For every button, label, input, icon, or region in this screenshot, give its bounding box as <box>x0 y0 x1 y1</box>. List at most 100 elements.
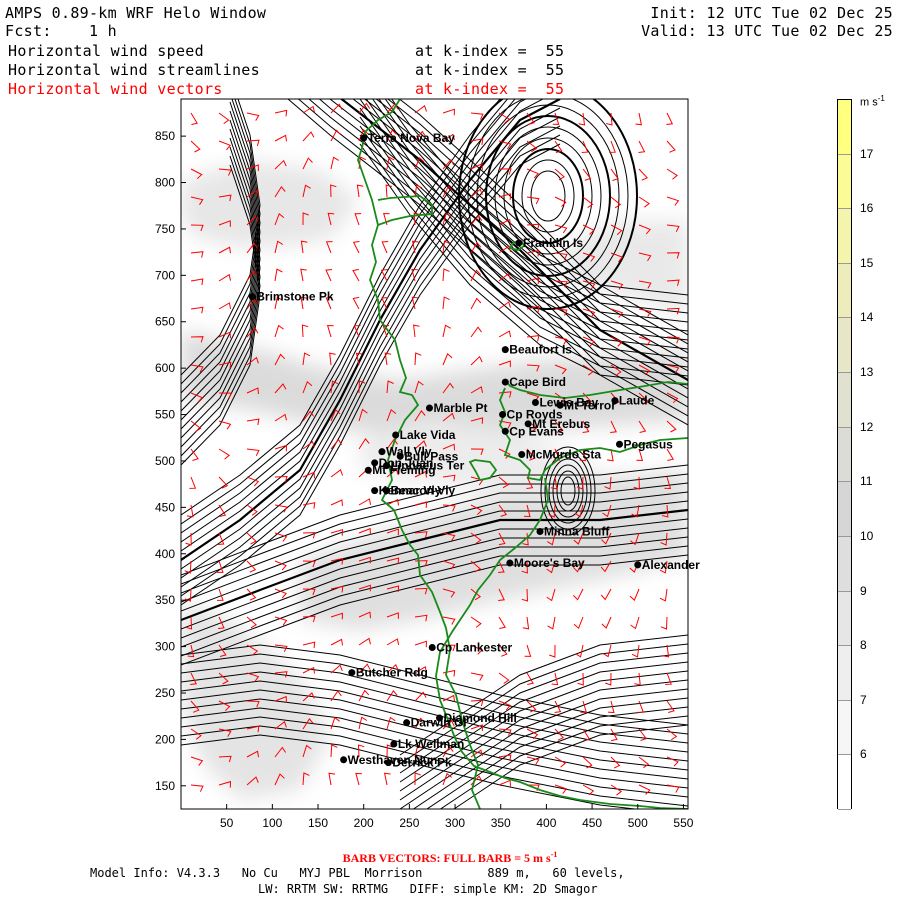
y-tick-label: 500 <box>155 454 175 468</box>
station-label: Mt Terror <box>564 398 616 412</box>
station-marker <box>425 404 433 412</box>
model-info: Model Info: V4.3.3 No Cu MYJ PBL Morriso… <box>90 866 625 880</box>
station-marker <box>515 239 523 247</box>
physics-info: LW: RRTM SW: RRTMG DIFF: simple KM: 2D S… <box>258 882 598 896</box>
station-marker <box>383 487 391 495</box>
station-label: Beaufort Is <box>509 343 572 357</box>
x-tick-label: 400 <box>536 816 556 830</box>
x-tick-label: 500 <box>628 816 648 830</box>
colorbar-swatch <box>838 373 851 428</box>
colorbar-label: 14 <box>860 310 874 325</box>
colorbar-label: 9 <box>860 583 867 598</box>
station-label: Beacon Vly <box>391 484 456 498</box>
x-tick-label: 250 <box>399 816 419 830</box>
y-tick-label: 450 <box>155 500 175 514</box>
station-marker <box>340 756 348 764</box>
colorbar-swatch <box>838 263 851 319</box>
station-label: Terra Nova Bay <box>368 131 455 145</box>
x-tick-label: 350 <box>491 816 511 830</box>
station-marker <box>506 559 514 567</box>
station-marker <box>428 644 436 652</box>
station-marker <box>248 293 256 301</box>
station-label: Lake Vida <box>400 428 456 442</box>
station-marker <box>501 346 509 354</box>
station-label: Derrick Pk <box>392 756 452 770</box>
station-label: Moore's Bay <box>514 556 585 570</box>
station-label: Brimstone Pk <box>256 290 334 304</box>
barb-note-text: BARB VECTORS: FULL BARB = 5 m s <box>342 851 551 865</box>
colorbar <box>837 99 852 810</box>
station-label: Marble Pt <box>433 401 487 415</box>
station-label: Cape Bird <box>509 375 566 389</box>
station-marker <box>383 462 391 470</box>
station-label: Lk Wellman <box>398 737 464 751</box>
colorbar-swatch <box>838 755 851 810</box>
station-label: Butcher Rdg <box>356 666 428 680</box>
station-label: Minna Bluff <box>544 524 610 538</box>
station-marker <box>360 134 368 142</box>
colorbar-unit-text: m s <box>860 96 878 109</box>
colorbar-swatch <box>838 427 851 483</box>
station-marker <box>348 669 356 677</box>
station-marker <box>615 440 623 448</box>
x-tick-label: 150 <box>308 816 328 830</box>
y-tick-label: 200 <box>155 732 175 746</box>
station-marker <box>501 427 509 435</box>
y-tick-label: 350 <box>155 593 175 607</box>
station-label: Cp Lankester <box>436 641 512 655</box>
colorbar-label: 8 <box>860 638 867 653</box>
barb-note-exp: -1 <box>550 850 558 859</box>
x-tick-label: 100 <box>262 816 282 830</box>
colorbar-label: 16 <box>860 201 874 216</box>
colorbar-swatch <box>838 154 851 210</box>
colorbar-label: 13 <box>860 365 874 380</box>
y-tick-label: 550 <box>155 408 175 422</box>
station-label: Pegasus <box>623 437 673 451</box>
x-tick-label: 300 <box>445 816 465 830</box>
colorbar-swatch <box>838 209 851 264</box>
station-label: Cp Evans <box>509 424 564 438</box>
colorbar-swatch <box>838 591 851 647</box>
station-label: Linnaeus Ter <box>391 459 465 473</box>
colorbar-swatch <box>838 100 851 155</box>
station-marker <box>378 448 386 456</box>
station-marker <box>518 450 526 458</box>
station-marker <box>531 398 539 406</box>
x-tick-label: 200 <box>354 816 374 830</box>
station-label: Alexander <box>642 558 700 572</box>
barb-note: BARB VECTORS: FULL BARB = 5 m s-1 <box>0 850 900 866</box>
colorbar-swatch <box>838 482 851 537</box>
y-tick-label: 650 <box>155 315 175 329</box>
x-tick-label: 50 <box>220 816 234 830</box>
colorbar-unit: m s-1 <box>860 94 885 109</box>
station-marker <box>634 561 642 569</box>
station-marker <box>392 431 400 439</box>
colorbar-swatch <box>838 646 851 701</box>
station-label: Laude <box>619 394 655 408</box>
station-marker <box>364 466 372 474</box>
station-marker <box>499 411 507 419</box>
y-tick-label: 600 <box>155 361 175 375</box>
station-marker <box>390 740 398 748</box>
station-label: Franklin Is <box>523 236 583 250</box>
station-marker <box>436 714 444 722</box>
colorbar-swatch <box>838 318 851 374</box>
station-marker <box>403 719 411 727</box>
station-marker <box>371 487 379 495</box>
station-marker <box>501 378 509 386</box>
colorbar-label: 10 <box>860 528 874 543</box>
y-tick-label: 750 <box>155 222 175 236</box>
y-tick-label: 300 <box>155 640 175 654</box>
y-tick-label: 850 <box>155 129 175 143</box>
y-tick-label: 150 <box>155 779 175 793</box>
x-tick-label: 450 <box>582 816 602 830</box>
colorbar-swatch <box>838 536 851 592</box>
y-tick-label: 250 <box>155 686 175 700</box>
station-label: McMurdo Sta <box>526 447 602 461</box>
y-axis: 850 800 750 700 650 600 550 500 450 400 350 300 250 2… <box>155 129 186 793</box>
colorbar-unit-exp: -1 <box>877 94 885 103</box>
station-marker <box>384 759 392 767</box>
station-marker <box>611 397 619 405</box>
colorbar-label: 7 <box>860 692 867 707</box>
colorbar-label: 15 <box>860 255 874 270</box>
